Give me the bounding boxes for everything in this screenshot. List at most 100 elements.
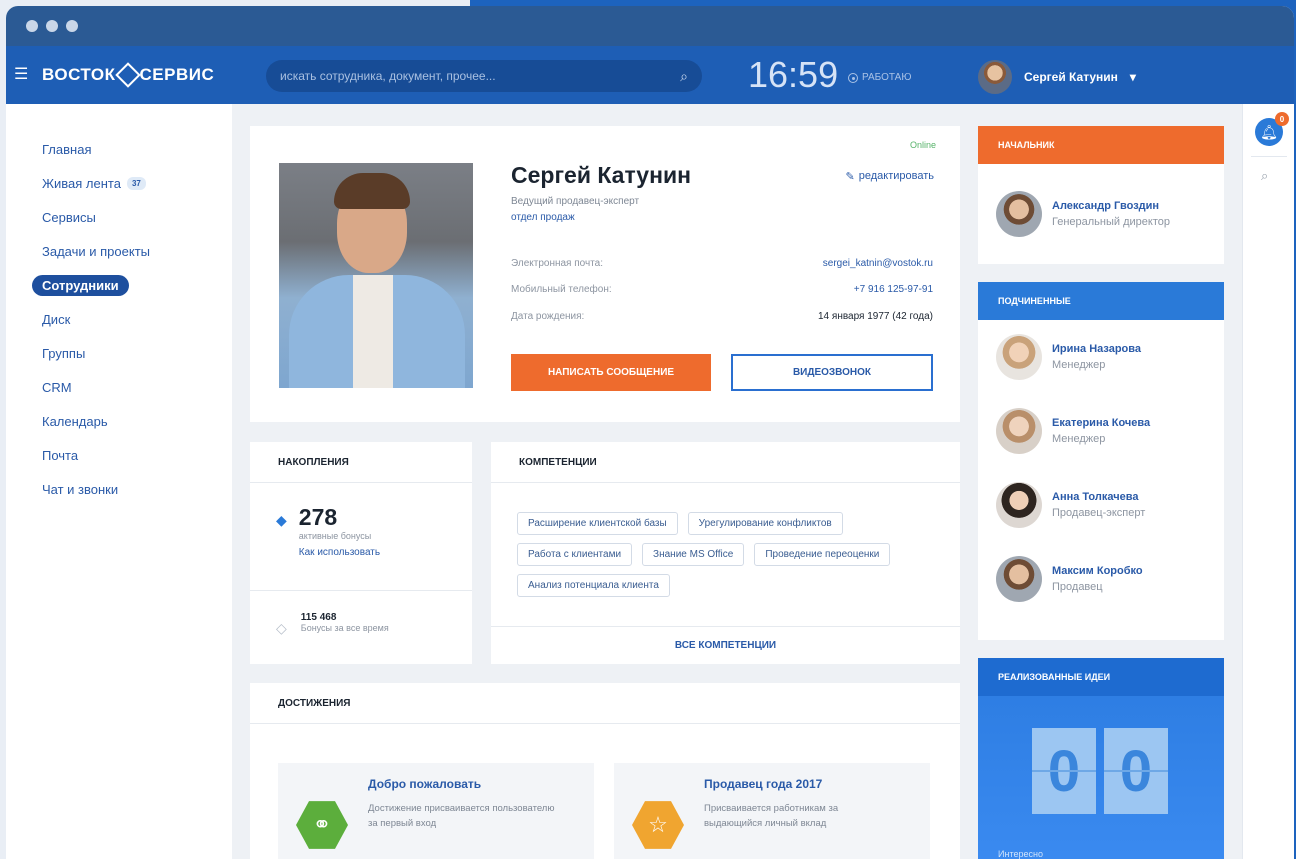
sidebar-item[interactable]: Главная (6, 132, 232, 166)
subordinate-item[interactable]: Анна Толкачева Продавец-эксперт (978, 468, 1224, 542)
achievement-title: Добро пожаловать (368, 777, 482, 791)
send-message-button[interactable]: НАПИСАТЬ СООБЩЕНИЕ (511, 354, 711, 391)
sidebar-nav: Главная Живая лента 37 Сервисы Задачи и прое… (6, 104, 232, 506)
ideas-footer: Интересно (998, 849, 1043, 859)
subordinate-item[interactable]: Екатерина Кочева Менеджер (978, 394, 1224, 468)
sidebar-item-label: Живая лента (42, 175, 121, 191)
ideas-counter-digit: 0 (1104, 728, 1168, 814)
video-call-button[interactable]: ВИДЕОЗВОНОК (731, 354, 933, 391)
how-to-use-link[interactable]: Как использовать (299, 547, 380, 558)
bonus-card: НАКОПЛЕНИЯ ◆ 278 активные бонусы Как исп… (250, 442, 472, 664)
skill-tag[interactable]: Анализ потенциала клиента (517, 574, 670, 597)
achievement-item[interactable]: ⚭ Добро пожаловать Достижение присваивае… (278, 763, 594, 859)
skill-tag[interactable]: Знание MS Office (642, 543, 745, 566)
skills-card: КОМПЕТЕНЦИИ Расширение клиентской базы Ур… (491, 442, 960, 664)
top-bar: ☰ ВОСТОК СЕРВИС ⌕ 16:59 РАБОТАЮ Сергей К… (6, 46, 1294, 104)
subordinate-role: Продавец (1052, 581, 1103, 593)
subordinate-name: Ирина Назарова (1052, 343, 1142, 355)
sidebar-item[interactable]: Чат и звонки (6, 472, 232, 506)
profile-department[interactable]: отдел продаж (511, 212, 575, 223)
bonus-total-label: Бонусы за все время (300, 623, 389, 633)
subordinate-item[interactable]: Ирина Назарова Менеджер (978, 320, 1224, 394)
edit-link[interactable]: ✎ редактировать (846, 170, 934, 183)
avatar (996, 191, 1042, 237)
boss-title: НАЧАЛЬНИК (978, 126, 1224, 164)
subordinate-role: Менеджер (1052, 359, 1106, 371)
ideas-card: РЕАЛИЗОВАННЫЕ ИДЕИ 0 0 Интересно (978, 658, 1224, 859)
phone-row: Мобильный телефон: +7 916 125-97-91 (511, 284, 933, 295)
count-badge: 37 (126, 176, 146, 190)
profile-name: Сергей Катунин (511, 162, 692, 188)
subordinate-role: Продавец-эксперт (1052, 507, 1146, 519)
profile-card: Online Сергей Катунин ✎ редактировать Ве… (250, 126, 960, 422)
search-input[interactable] (280, 69, 660, 83)
sidebar-item[interactable]: Сервисы (6, 200, 232, 234)
avatar (996, 482, 1042, 528)
skills-title: КОМПЕТЕНЦИИ (491, 442, 960, 483)
search-icon[interactable]: ⌕ (680, 68, 688, 85)
avatar (978, 60, 1012, 94)
star-icon: ☆ (632, 801, 684, 849)
status-label: РАБОТАЮ (862, 72, 912, 83)
avatar (996, 334, 1042, 380)
skill-tag[interactable]: Проведение переоценки (754, 543, 891, 566)
all-skills-link[interactable]: ВСЕ КОМПЕТЕНЦИИ (491, 626, 960, 664)
search-icon[interactable]: ⌕ (1261, 168, 1268, 184)
subordinate-name: Екатерина Кочева (1052, 417, 1151, 429)
bonus-title: НАКОПЛЕНИЯ (250, 442, 472, 483)
logo[interactable]: ВОСТОК СЕРВИС (42, 62, 215, 88)
right-rail: 🔔︎ 0 ⌕ (1242, 104, 1294, 859)
notifications-button[interactable]: 🔔︎ 0 (1255, 112, 1289, 146)
achievement-desc: Достижение присваивается пользователю за… (368, 803, 555, 829)
bonus-total: 115 468 (300, 612, 337, 623)
chevron-down-icon: ▾ (1129, 70, 1136, 84)
email-value[interactable]: sergei_katnin@vostok.ru (823, 258, 933, 269)
avatar (996, 408, 1042, 454)
skill-tag[interactable]: Работа с клиентами (517, 543, 633, 566)
notification-count: 0 (1275, 112, 1289, 126)
sidebar-item[interactable]: Группы (6, 336, 232, 370)
window-close-button[interactable] (26, 20, 38, 32)
sidebar-item[interactable]: Задачи и проекты (6, 234, 232, 268)
sidebar-item-label: Сервисы (42, 209, 96, 225)
sidebar-item-label: Сотрудники (32, 274, 129, 296)
sidebar-item[interactable]: Диск (6, 302, 232, 336)
skill-tag[interactable]: Урегулирование конфликтов (687, 512, 843, 535)
sidebar-item-label: Диск (42, 311, 71, 327)
sidebar-item-label: Календарь (42, 413, 108, 429)
subordinate-item[interactable]: Максим Коробко Продавец (978, 542, 1224, 616)
phone-value[interactable]: +7 916 125-97-91 (854, 284, 933, 295)
boss-role: Генеральный директор (1052, 216, 1170, 228)
skill-tags: Расширение клиентской базы Урегулирование… (517, 512, 937, 597)
logo-text-left: ВОСТОК (42, 65, 116, 84)
sidebar: Главная Живая лента 37 Сервисы Задачи и прое… (6, 104, 232, 859)
ideas-counter-digit: 0 (1032, 728, 1096, 814)
achievement-title: Продавец года 2017 (704, 777, 823, 791)
sidebar-item[interactable]: Почта (6, 438, 232, 472)
sidebar-item[interactable]: Сотрудники (6, 268, 232, 302)
achievement-item[interactable]: ☆ Продавец года 2017 Присваивается работ… (614, 763, 930, 859)
skill-tag[interactable]: Расширение клиентской базы (517, 512, 678, 535)
work-status[interactable]: РАБОТАЮ (848, 72, 911, 83)
birthday-label: Дата рождения: (511, 311, 585, 322)
sidebar-item[interactable]: Живая лента 37 (6, 166, 232, 200)
sidebar-item[interactable]: Календарь (6, 404, 232, 438)
app-window: ☰ ВОСТОК СЕРВИС ⌕ 16:59 РАБОТАЮ Сергей К… (6, 6, 1294, 859)
status-icon (848, 72, 858, 83)
pencil-icon: ✎ (845, 171, 855, 183)
menu-icon[interactable]: ☰ (14, 67, 28, 83)
window-maximize-button[interactable] (66, 20, 78, 32)
boss-person[interactable]: Александр Гвоздин Генеральный директор (978, 164, 1224, 264)
window-minimize-button[interactable] (46, 20, 58, 32)
user-menu[interactable]: Сергей Катунин ▾ (978, 60, 1136, 94)
edit-label: редактировать (858, 170, 934, 182)
bell-icon: 🔔︎ (1260, 123, 1278, 140)
logo-text-right: СЕРВИС (139, 65, 215, 84)
sidebar-item-label: Задачи и проекты (42, 243, 150, 259)
bonus-value: 278 (298, 504, 338, 530)
logo-mark-icon (114, 62, 141, 88)
achievements-title: ДОСТИЖЕНИЯ (250, 683, 960, 724)
sidebar-item[interactable]: CRM (6, 370, 232, 404)
phone-label: Мобильный телефон: (511, 284, 612, 295)
diamond-icon: ◆ (276, 512, 287, 528)
